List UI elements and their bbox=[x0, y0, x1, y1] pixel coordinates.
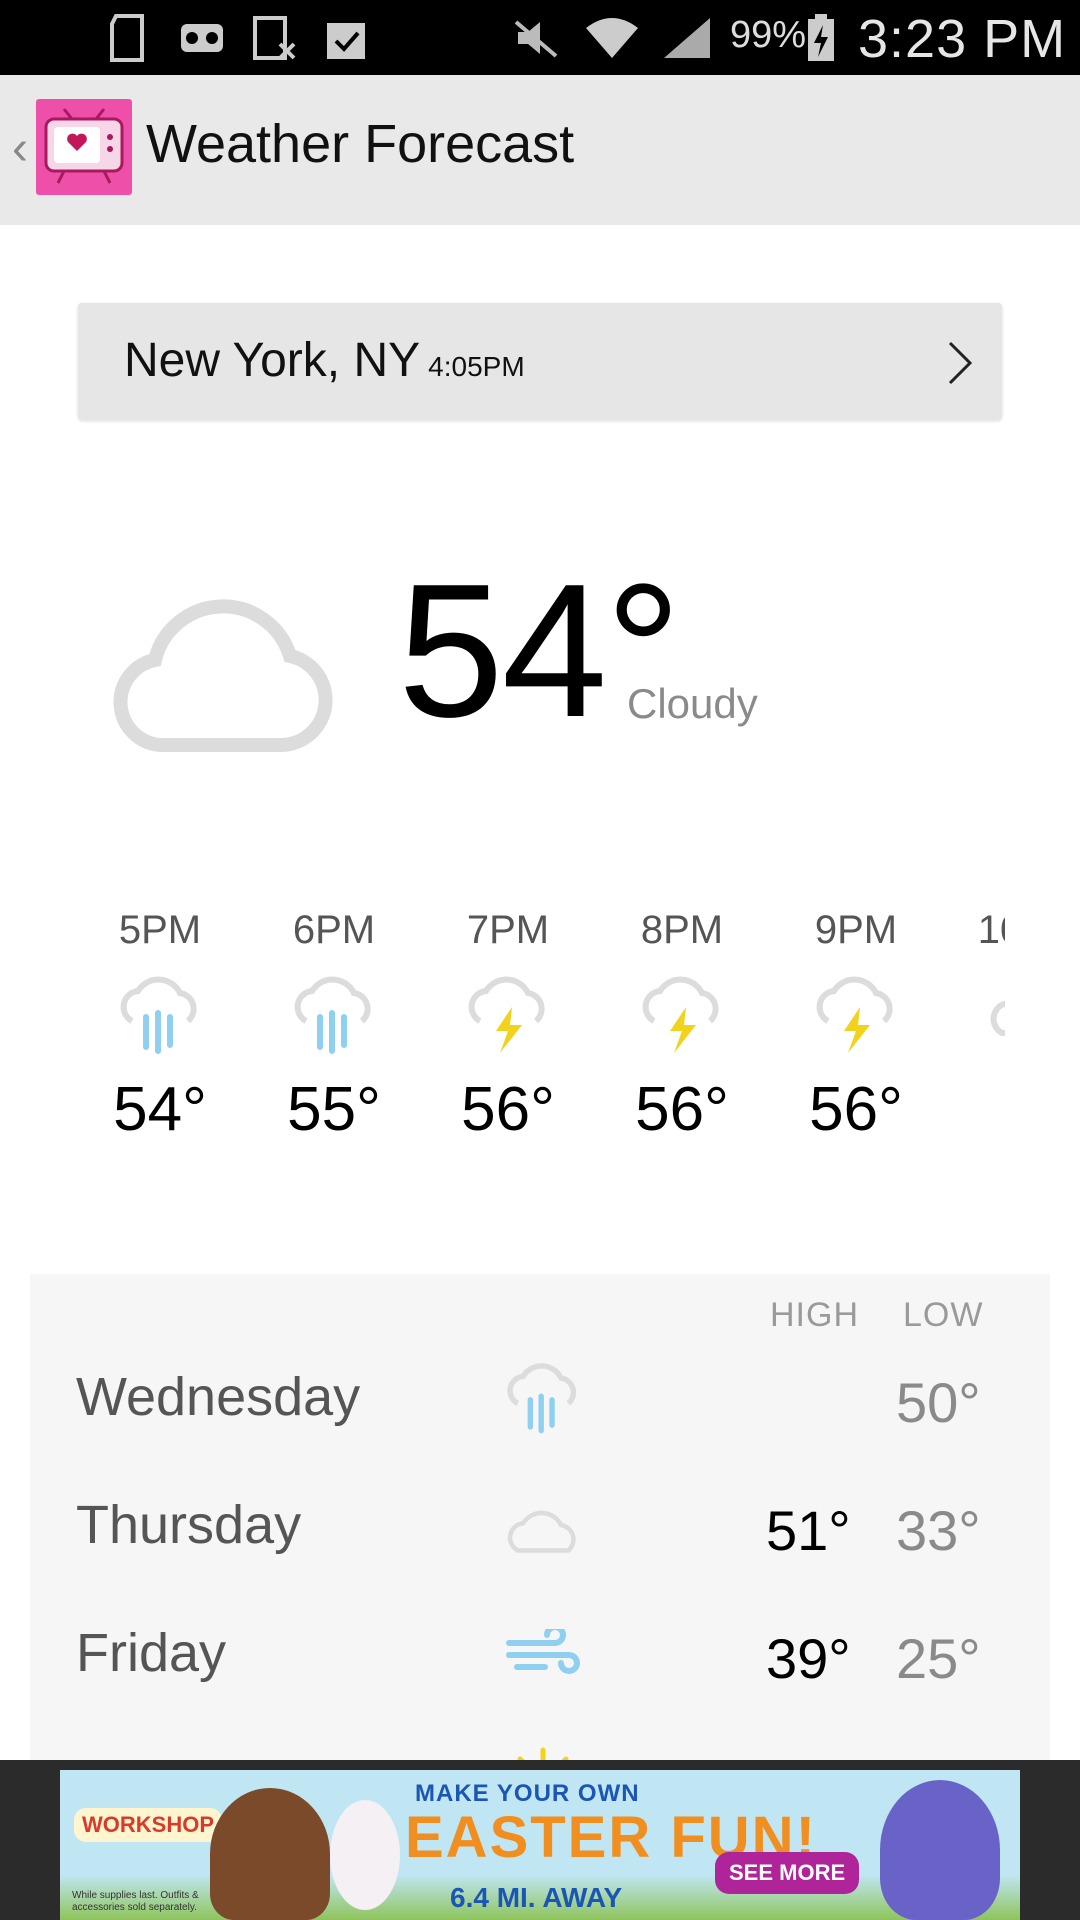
hourly-item: 10PM 5 bbox=[950, 900, 1005, 1150]
cloud-icon bbox=[950, 960, 1005, 1070]
rain-icon bbox=[498, 1358, 588, 1438]
ad-banner[interactable]: WORKSHOP MAKE YOUR OWN EASTER FUN! SEE M… bbox=[60, 1770, 1020, 1920]
location-selector[interactable]: New York, NY 4:05PM bbox=[78, 303, 1002, 420]
battery-percent: 99% bbox=[730, 14, 807, 56]
signal-icon bbox=[662, 12, 712, 64]
day-high: 39° bbox=[766, 1627, 851, 1690]
hour-temp: 56° bbox=[635, 1075, 729, 1144]
daily-row[interactable]: Saturday bbox=[30, 1720, 1050, 1760]
daily-row[interactable]: Wednesday 50° bbox=[30, 1336, 1050, 1464]
app-title: Weather Forecast bbox=[146, 114, 575, 174]
thunderstorm-icon bbox=[776, 960, 936, 1070]
chevron-left-icon[interactable]: ‹ bbox=[12, 121, 28, 176]
low-header: LOW bbox=[903, 1296, 984, 1334]
day-high: 51° bbox=[766, 1499, 851, 1562]
hour-temp: 54° bbox=[113, 1075, 207, 1144]
hour-time: 8PM bbox=[640, 908, 724, 952]
bunny-image bbox=[880, 1780, 1000, 1920]
bear-image bbox=[210, 1788, 330, 1920]
sun-icon bbox=[498, 1742, 588, 1760]
wind-icon bbox=[498, 1614, 588, 1694]
location-city: New York, NY bbox=[124, 334, 421, 387]
ad-distance: 6.4 MI. AWAY bbox=[450, 1882, 623, 1913]
hourly-forecast[interactable]: 5PM 54° 6PM 55° 7PM 56° 8PM 56° 9PM 56° … bbox=[80, 900, 1005, 1190]
calendar-x-icon bbox=[252, 12, 298, 64]
hourly-item: 9PM 56° bbox=[776, 900, 936, 1150]
cloud-icon bbox=[498, 1486, 588, 1566]
hourly-item: 7PM 56° bbox=[428, 900, 588, 1150]
hour-temp: 56° bbox=[809, 1075, 903, 1144]
tv-heart-icon[interactable] bbox=[36, 99, 132, 195]
hour-temp: 55° bbox=[287, 1075, 381, 1144]
bunny-image bbox=[330, 1800, 400, 1910]
hour-time: 9PM bbox=[814, 908, 898, 952]
hourly-item: 5PM 54° bbox=[80, 900, 240, 1150]
mute-icon bbox=[512, 12, 560, 64]
thunderstorm-icon bbox=[428, 960, 588, 1070]
see-more-button[interactable]: SEE MORE bbox=[715, 1852, 860, 1894]
location-label: New York, NY 4:05PM bbox=[124, 333, 525, 388]
ad-brand-logo: WORKSHOP bbox=[74, 1808, 222, 1842]
day-low: 50° bbox=[896, 1371, 981, 1434]
cloud-icon bbox=[110, 590, 335, 760]
hour-time: 5PM bbox=[118, 908, 202, 952]
hour-time: 6PM bbox=[292, 908, 376, 952]
hour-temp: 5 bbox=[950, 1070, 1005, 1150]
app-bar: ‹ Weather Forecast bbox=[0, 75, 1080, 225]
day-name: Saturday bbox=[76, 1750, 292, 1760]
ad-frame: WORKSHOP MAKE YOUR OWN EASTER FUN! SEE M… bbox=[0, 1760, 1080, 1920]
daily-forecast[interactable]: HIGH LOW Wednesday 50° Thursday 51° 33° … bbox=[30, 1274, 1050, 1760]
rain-icon bbox=[80, 960, 240, 1070]
hour-temp: 56° bbox=[461, 1075, 555, 1144]
thunderstorm-icon bbox=[602, 960, 762, 1070]
daily-row[interactable]: Thursday 51° 33° bbox=[30, 1464, 1050, 1592]
hour-time: 7PM bbox=[466, 908, 550, 952]
hourly-item: 8PM 56° bbox=[602, 900, 762, 1150]
battery-charging-icon bbox=[806, 12, 836, 64]
current-condition: Cloudy bbox=[627, 680, 758, 727]
voicemail-icon bbox=[180, 12, 224, 64]
hourly-item: 6PM 55° bbox=[254, 900, 414, 1150]
location-time: 4:05PM bbox=[428, 351, 525, 382]
rain-icon bbox=[254, 960, 414, 1070]
hour-time: 10PM bbox=[977, 908, 1005, 952]
day-name: Wednesday bbox=[76, 1367, 361, 1427]
wifi-icon bbox=[584, 12, 640, 64]
chevron-right-icon bbox=[946, 339, 974, 392]
day-low: 25° bbox=[896, 1627, 981, 1690]
day-low: 33° bbox=[896, 1499, 981, 1562]
sim-card-icon bbox=[108, 12, 150, 64]
day-name: Friday bbox=[76, 1623, 227, 1683]
ad-fine-print: While supplies last. Outfits & accessori… bbox=[72, 1890, 199, 1913]
status-bar: 99% 3:23 PM bbox=[0, 0, 1080, 75]
high-header: HIGH bbox=[770, 1296, 859, 1334]
clipboard-check-icon bbox=[324, 12, 368, 64]
clock: 3:23 PM bbox=[858, 9, 1067, 69]
day-name: Thursday bbox=[76, 1495, 302, 1555]
daily-row[interactable]: Friday 39° 25° bbox=[30, 1592, 1050, 1720]
